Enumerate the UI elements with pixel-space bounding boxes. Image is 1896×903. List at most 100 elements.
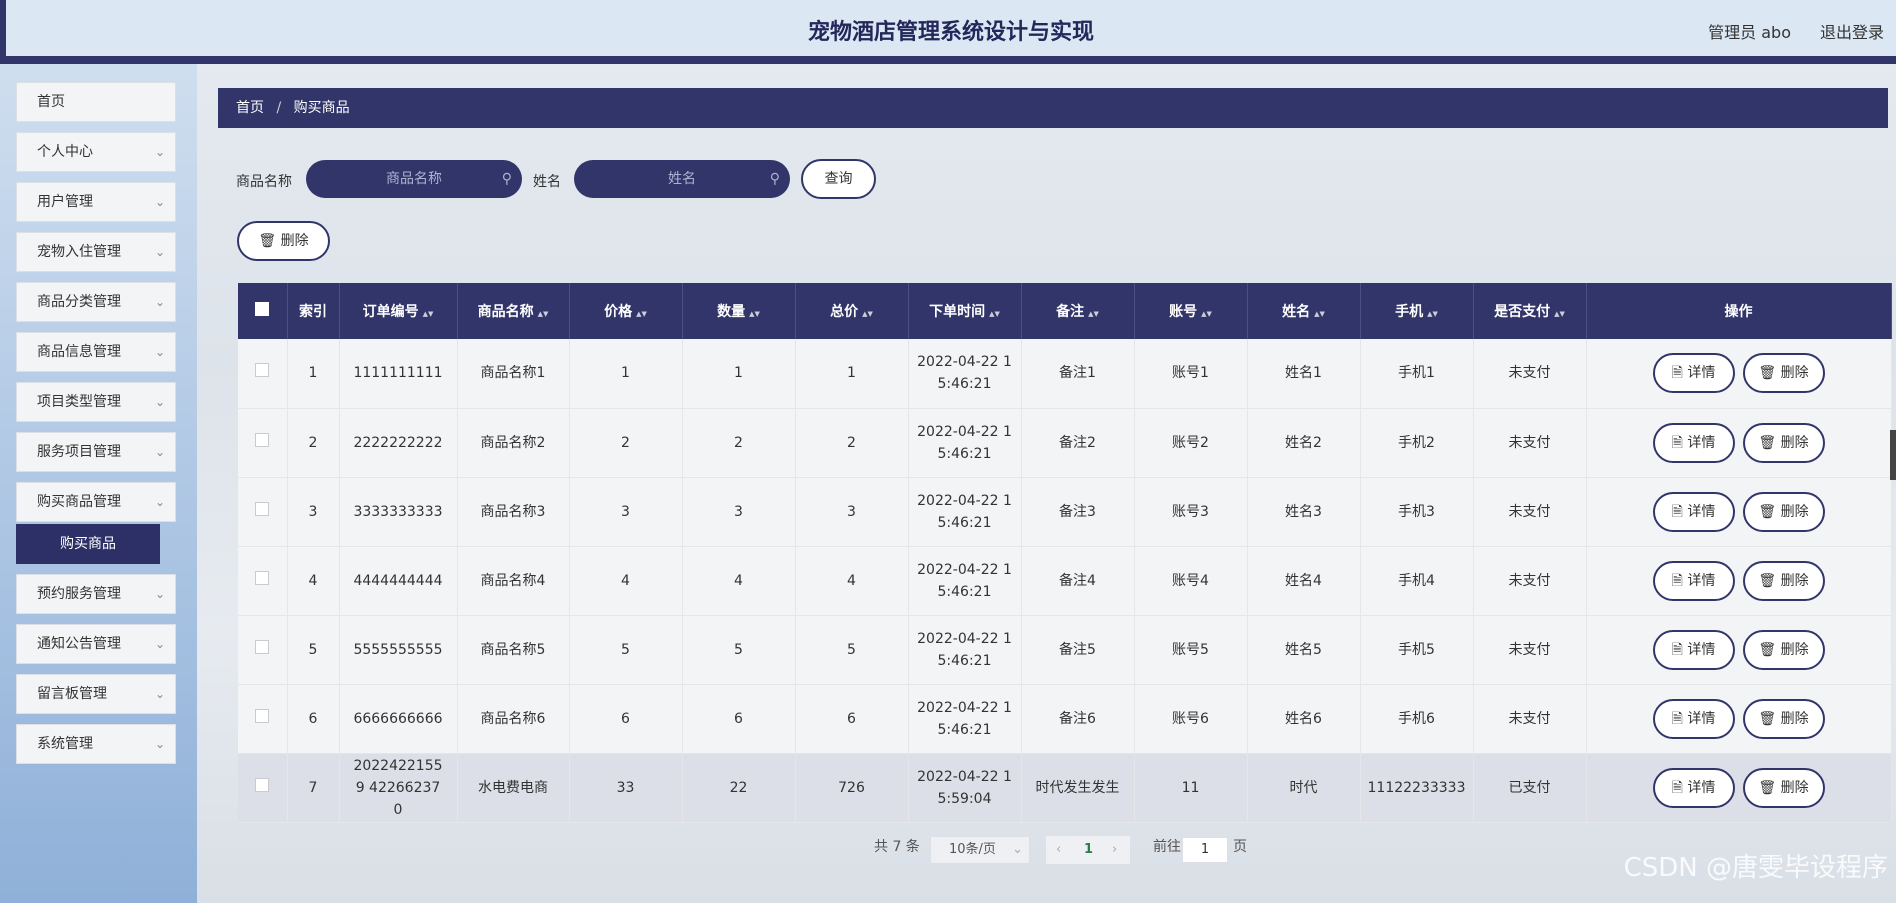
column-header[interactable]: 手机 ▲▼ — [1360, 283, 1474, 339]
cell-name: 姓名4 — [1247, 546, 1361, 616]
cell-price: 33 — [569, 753, 683, 823]
delete-button[interactable]: 🗑 删除 — [1742, 422, 1825, 463]
detail-button[interactable]: 🗎 详情 — [1652, 629, 1735, 670]
chevron-down-icon: ⌄ — [154, 395, 165, 409]
row-checkbox[interactable] — [255, 432, 270, 447]
detail-button[interactable]: 🗎 详情 — [1652, 491, 1735, 532]
goto-page-input[interactable]: 1 — [1182, 837, 1228, 863]
detail-label: 详情 — [1687, 365, 1716, 382]
sidebar-item[interactable]: 用户管理 ⌄ — [16, 182, 176, 222]
name-input[interactable]: 姓名 ⚲ — [574, 160, 790, 198]
sidebar-item[interactable]: 商品信息管理 ⌄ — [16, 332, 176, 372]
row-select-cell[interactable] — [238, 477, 288, 547]
goods-name-input[interactable]: 商品名称 ⚲ — [306, 160, 522, 198]
detail-button[interactable]: 🗎 详情 — [1652, 353, 1735, 394]
page-size-select[interactable]: 10条/页 ⌄ — [930, 836, 1030, 864]
sort-icon[interactable]: ▲▼ — [1314, 310, 1325, 318]
query-button[interactable]: 查询 — [801, 159, 876, 199]
delete-button[interactable]: 🗑 删除 — [1742, 560, 1825, 601]
sort-icon[interactable]: ▲▼ — [538, 310, 549, 318]
sidebar-subitem-active[interactable]: 购买商品 — [16, 524, 160, 564]
delete-button[interactable]: 🗑 删除 — [1742, 767, 1825, 808]
row-select-cell[interactable] — [238, 615, 288, 685]
column-header[interactable]: 账号 ▲▼ — [1134, 283, 1248, 339]
document-icon: 🗎 — [1671, 434, 1683, 451]
sidebar-item[interactable]: 商品分类管理 ⌄ — [16, 282, 176, 322]
cell-idx: 1 — [287, 339, 340, 409]
sidebar-item[interactable]: 购买商品管理 ⌄ — [16, 482, 176, 522]
sort-icon[interactable]: ▲▼ — [989, 310, 1000, 318]
detail-button[interactable]: 🗎 详情 — [1652, 422, 1735, 463]
next-page-icon[interactable]: › — [1112, 836, 1117, 864]
orders-table: 索引 订单编号 ▲▼ 商品名称 ▲▼ 价格 ▲▼ 数量 ▲▼ 总价 ▲▼ 下单时间 ▲▼ 备注 ▲▼ 账号 ▲▼… — [238, 283, 1892, 823]
select-all-header[interactable] — [238, 283, 288, 339]
sort-icon[interactable]: ▲▼ — [1554, 310, 1565, 318]
row-checkbox[interactable] — [255, 777, 270, 792]
logout-link[interactable]: 退出登录 — [1820, 19, 1884, 43]
sidebar-item[interactable]: 项目类型管理 ⌄ — [16, 382, 176, 422]
row-checkbox[interactable] — [255, 708, 270, 723]
delete-button[interactable]: 🗑 删除 — [1742, 491, 1825, 532]
sidebar-item[interactable]: 服务项目管理 ⌄ — [16, 432, 176, 472]
document-icon: 🗎 — [1671, 503, 1683, 520]
row-select-cell[interactable] — [238, 408, 288, 478]
bulk-delete-button[interactable]: 🗑 删除 — [237, 221, 330, 261]
column-header[interactable]: 订单编号 ▲▼ — [339, 283, 458, 339]
sidebar-item[interactable]: 系统管理 ⌄ — [16, 724, 176, 764]
column-header[interactable]: 总价 ▲▼ — [795, 283, 909, 339]
row-checkbox[interactable] — [255, 363, 270, 378]
sort-icon[interactable]: ▲▼ — [636, 310, 647, 318]
sidebar-item[interactable]: 首页 — [16, 82, 176, 122]
page-number-current[interactable]: 1 — [1084, 836, 1093, 864]
sort-icon[interactable]: ▲▼ — [862, 310, 873, 318]
row-select-cell[interactable] — [238, 339, 288, 409]
column-header[interactable]: 下单时间 ▲▼ — [908, 283, 1022, 339]
cell-time-line1: 2022-04-22 1 — [917, 561, 1012, 578]
detail-button[interactable]: 🗎 详情 — [1652, 698, 1735, 739]
sidebar-item[interactable]: 预约服务管理 ⌄ — [16, 574, 176, 614]
delete-button[interactable]: 🗑 删除 — [1742, 353, 1825, 394]
sidebar-item[interactable]: 留言板管理 ⌄ — [16, 674, 176, 714]
cell-name: 姓名5 — [1247, 615, 1361, 685]
detail-button[interactable]: 🗎 详情 — [1652, 767, 1735, 808]
breadcrumb-home[interactable]: 首页 — [236, 100, 264, 116]
cell-name: 姓名1 — [1247, 339, 1361, 409]
sidebar-item[interactable]: 宠物入住管理 ⌄ — [16, 232, 176, 272]
sidebar-item-label: 预约服务管理 — [37, 586, 121, 602]
column-header[interactable]: 数量 ▲▼ — [682, 283, 796, 339]
column-header[interactable]: 价格 ▲▼ — [569, 283, 683, 339]
bulk-delete-label: 删除 — [280, 233, 309, 249]
delete-button[interactable]: 🗑 删除 — [1742, 698, 1825, 739]
column-header[interactable]: 备注 ▲▼ — [1021, 283, 1135, 339]
cell-time-line2: 5:59:04 — [937, 790, 992, 807]
scrollbar-thumb[interactable] — [1890, 430, 1896, 480]
select-all-checkbox[interactable] — [255, 302, 270, 316]
sort-icon[interactable]: ▲▼ — [1427, 310, 1438, 318]
row-checkbox[interactable] — [255, 570, 270, 585]
row-select-cell[interactable] — [238, 684, 288, 754]
column-header[interactable]: 是否支付 ▲▼ — [1473, 283, 1587, 339]
cell-order: 6666666666 — [339, 684, 458, 754]
sort-icon[interactable]: ▲▼ — [1201, 310, 1212, 318]
table-row: 6 6666666666 商品名称6 6 6 6 2022-04-22 1 5:46:21 备注… — [238, 684, 1892, 754]
sidebar-item[interactable]: 通知公告管理 ⌄ — [16, 624, 176, 664]
cell-total: 1 — [795, 339, 909, 409]
detail-button[interactable]: 🗎 详情 — [1652, 560, 1735, 601]
column-header-label: 数量 — [717, 304, 746, 320]
prev-page-icon[interactable]: ‹ — [1056, 836, 1061, 864]
sort-icon[interactable]: ▲▼ — [1088, 310, 1099, 318]
cell-note: 备注3 — [1021, 477, 1135, 547]
cell-price: 1 — [569, 339, 683, 409]
row-select-cell[interactable] — [238, 753, 288, 823]
column-header[interactable]: 商品名称 ▲▼ — [457, 283, 570, 339]
sort-icon[interactable]: ▲▼ — [423, 310, 434, 318]
column-header[interactable]: 姓名 ▲▼ — [1247, 283, 1361, 339]
row-select-cell[interactable] — [238, 546, 288, 616]
row-checkbox[interactable] — [255, 639, 270, 654]
sidebar-item[interactable]: 个人中心 ⌄ — [16, 132, 176, 172]
row-checkbox[interactable] — [255, 501, 270, 516]
cell-time-line1: 2022-04-22 1 — [917, 354, 1012, 371]
column-header: 操作 — [1586, 283, 1892, 339]
delete-button[interactable]: 🗑 删除 — [1742, 629, 1825, 670]
sort-icon[interactable]: ▲▼ — [749, 310, 760, 318]
